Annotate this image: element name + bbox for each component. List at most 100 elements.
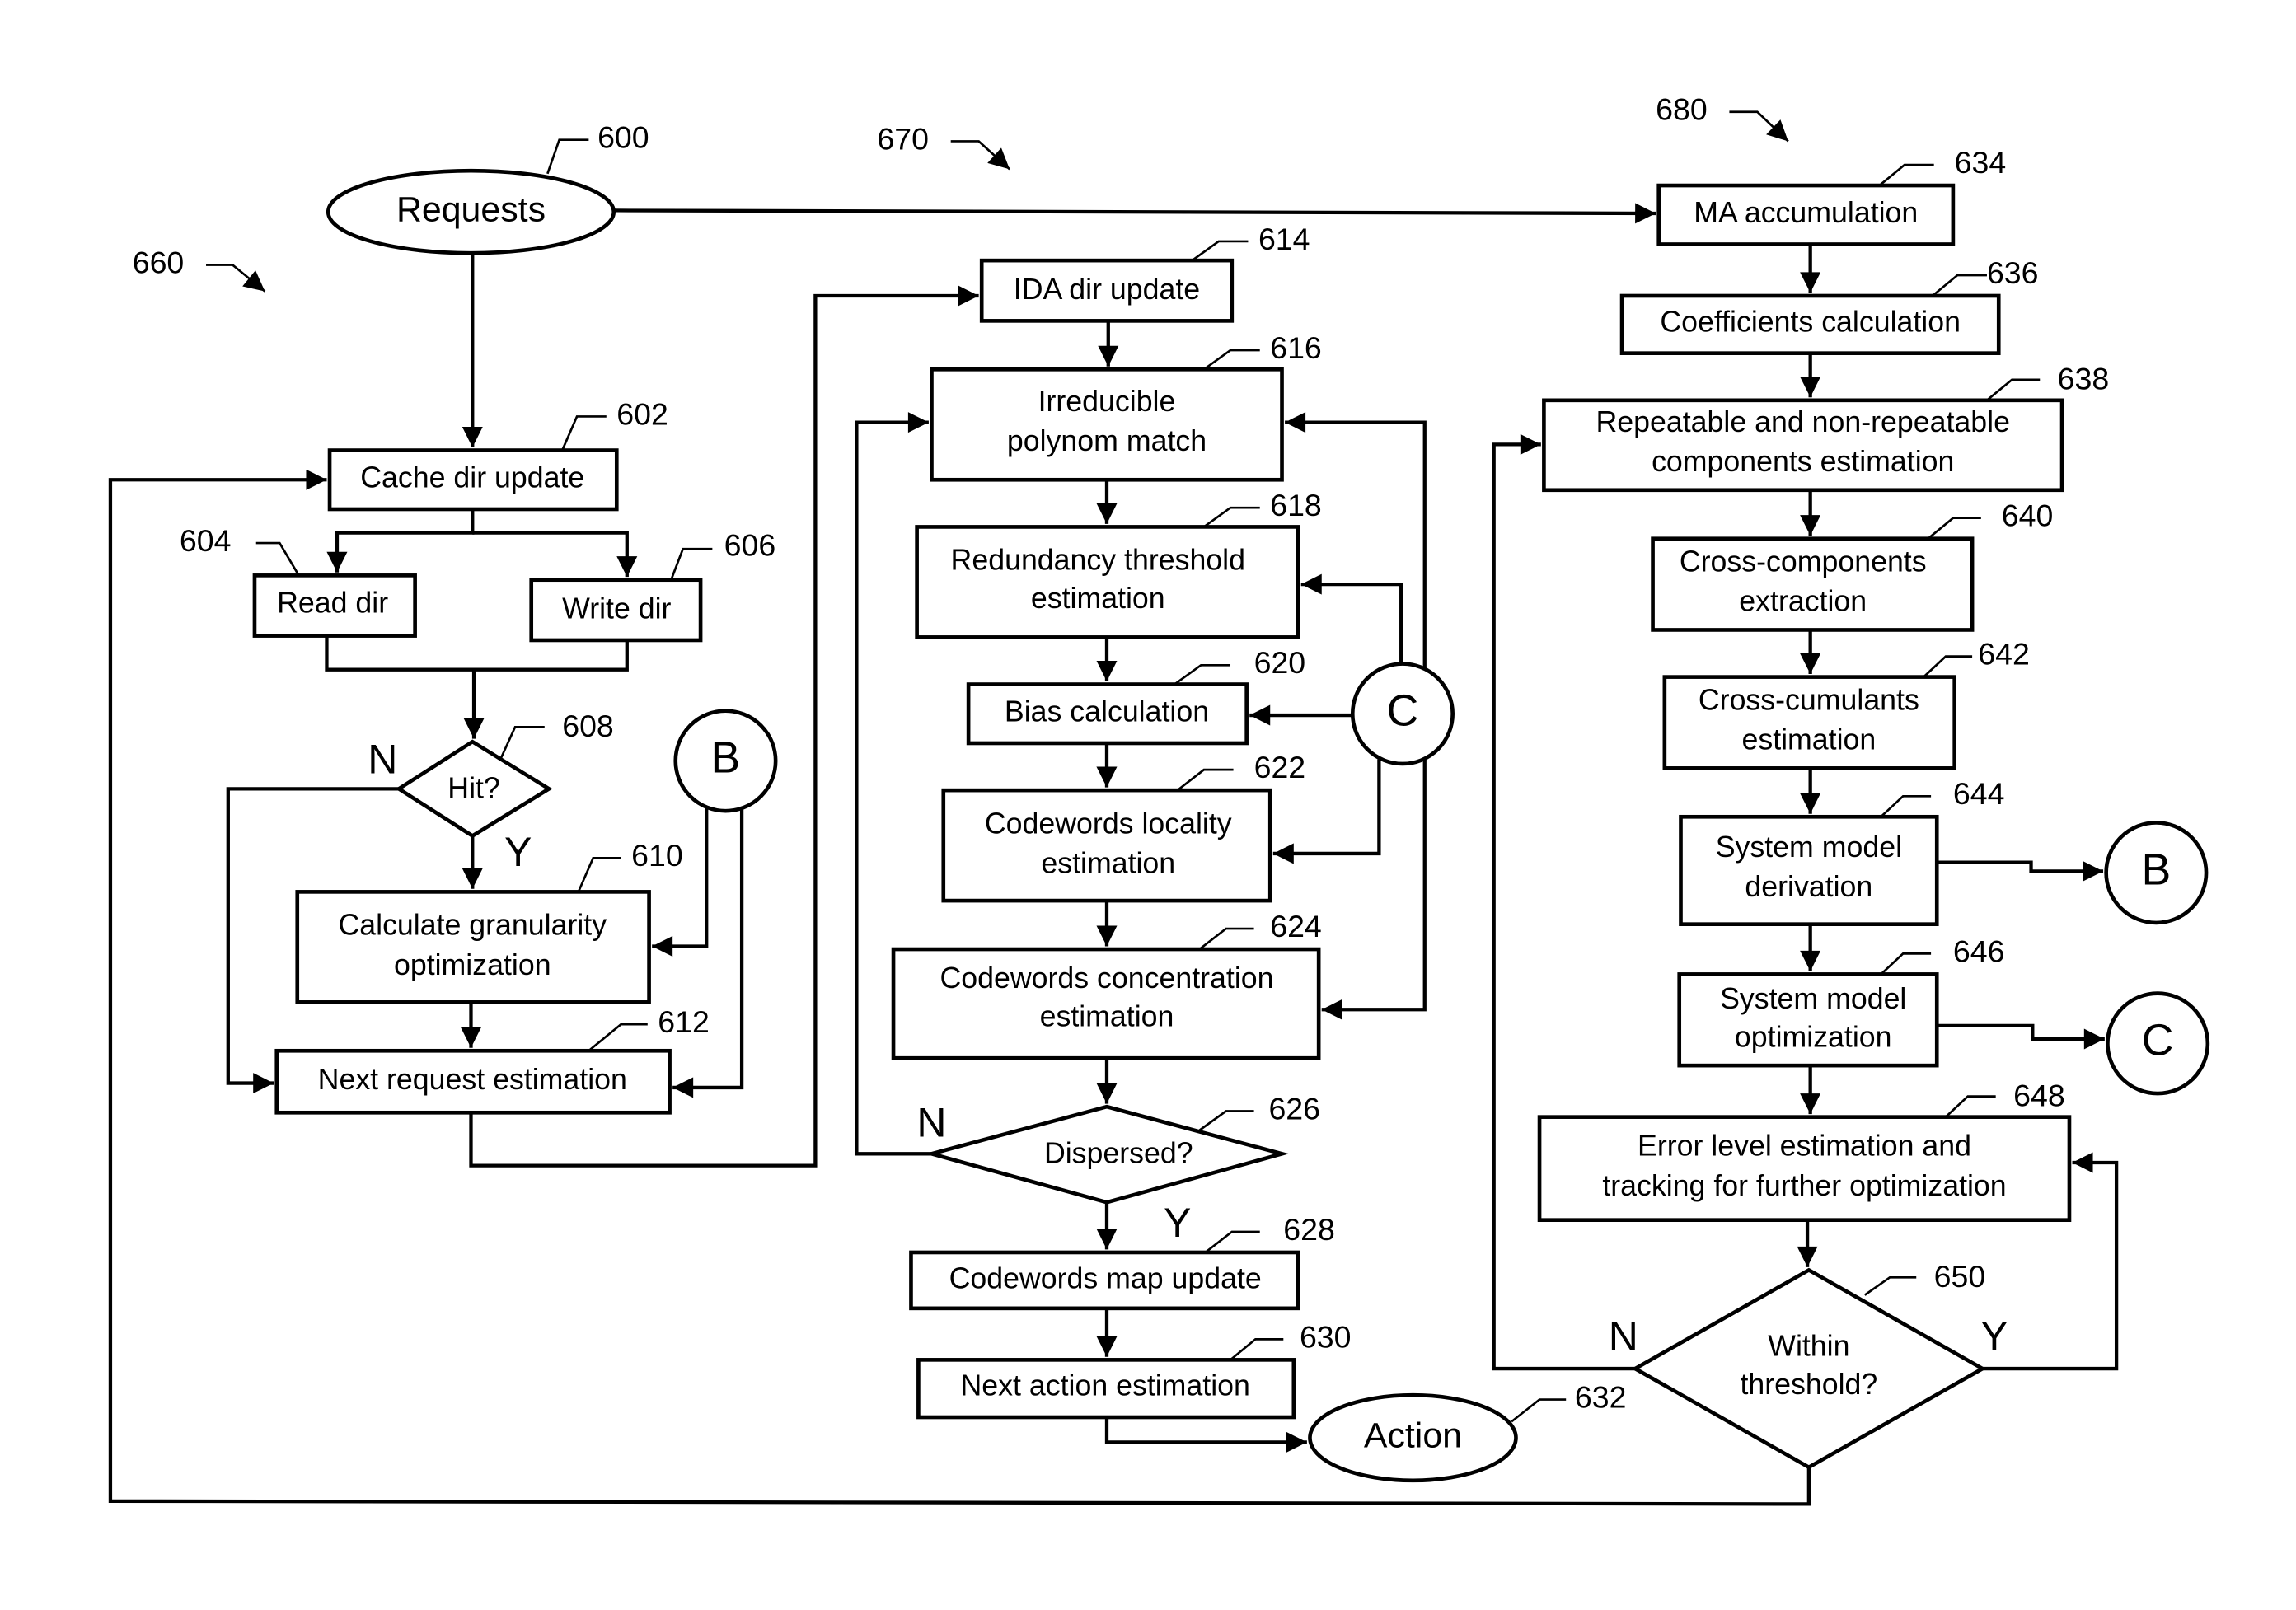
ida-dir-label: IDA dir update xyxy=(1014,273,1200,306)
read-dir-label: Read dir xyxy=(277,587,388,620)
node-write-dir[interactable]: Write dir 606 xyxy=(529,527,776,643)
connector-c-right[interactable]: C xyxy=(2106,991,2210,1096)
concentration-line2: estimation xyxy=(1040,999,1174,1032)
ref-leader-636 xyxy=(1932,274,1987,297)
group-label-680: 680 xyxy=(1656,92,1789,143)
next-action-label: Next action estimation xyxy=(961,1369,1250,1402)
group-670-arrow-icon xyxy=(950,140,1011,171)
node-cross-cumulants[interactable]: Cross-cumulants estimation 642 xyxy=(1662,637,2030,770)
cross-components-line1: Cross-components xyxy=(1680,545,1927,578)
ref-630: 630 xyxy=(1300,1319,1352,1354)
group-660-text: 660 xyxy=(133,245,185,279)
node-hit-decision[interactable]: Hit? 608 N Y xyxy=(368,709,614,875)
ref-leader-610 xyxy=(577,856,621,892)
cross-cumulants-line2: estimation xyxy=(1741,723,1876,756)
ref-leader-640 xyxy=(1927,517,1981,540)
edge-c-to-concentration xyxy=(1321,757,1427,1020)
edge-requests-to-ma xyxy=(615,203,1656,224)
ref-648: 648 xyxy=(2013,1078,2065,1112)
node-model-optimization[interactable]: System model optimization 646 xyxy=(1677,934,2005,1068)
node-read-dir[interactable]: Read dir 604 xyxy=(180,523,417,638)
node-next-action[interactable]: Next action estimation 630 xyxy=(916,1319,1352,1420)
ref-612: 612 xyxy=(658,1004,710,1039)
action-label: Action xyxy=(1364,1416,1462,1455)
ref-leader-600 xyxy=(546,138,589,175)
ref-leader-606 xyxy=(670,547,713,581)
terminal-requests[interactable]: Requests 600 xyxy=(326,120,649,255)
model-derivation-line1: System model xyxy=(1716,831,1902,864)
ref-624: 624 xyxy=(1270,909,1322,943)
threshold-yes-label: Y xyxy=(1980,1313,2008,1360)
group-660-arrow-icon xyxy=(206,264,266,293)
error-level-line2: tracking for further optimization xyxy=(1602,1169,2006,1202)
terminal-action[interactable]: Action 632 xyxy=(1308,1379,1626,1483)
requests-label: Requests xyxy=(396,190,546,230)
ref-leader-628 xyxy=(1204,1230,1260,1254)
ref-616: 616 xyxy=(1270,330,1322,365)
node-map-update[interactable]: Codewords map update 628 xyxy=(909,1212,1335,1311)
node-repeatable[interactable]: Repeatable and non-repeatable components… xyxy=(1542,362,2109,493)
within-threshold-line2: threshold? xyxy=(1740,1368,1877,1401)
ref-646: 646 xyxy=(1953,934,2005,968)
connector-b-left[interactable]: B xyxy=(673,709,778,813)
hit-no-label: N xyxy=(368,736,397,782)
ref-leader-604 xyxy=(255,541,300,577)
ref-leader-644 xyxy=(1880,794,1932,818)
connector-c-middle[interactable]: C xyxy=(1350,662,1455,766)
ref-640: 640 xyxy=(2002,498,2054,533)
hit-label: Hit? xyxy=(447,772,500,805)
ref-leader-614 xyxy=(1191,240,1249,262)
repeatable-line1: Repeatable and non-repeatable xyxy=(1596,405,2010,438)
node-bias[interactable]: Bias calculation 620 xyxy=(966,645,1306,746)
ref-leader-634 xyxy=(1878,163,1934,187)
cross-components-line2: extraction xyxy=(1739,585,1867,618)
ref-leader-632 xyxy=(1511,1398,1567,1423)
ref-leader-638 xyxy=(1986,378,2041,401)
calc-granularity-line1: Calculate granularity xyxy=(338,909,607,942)
write-dir-label: Write dir xyxy=(562,592,671,625)
error-level-line1: Error level estimation and xyxy=(1638,1130,1971,1163)
node-model-derivation[interactable]: System model derivation 644 xyxy=(1679,776,2005,926)
ref-606: 606 xyxy=(724,527,776,562)
flowchart-diagram: 660 670 680 Requests 600 Action 632 Cach… xyxy=(108,92,2210,1506)
node-ida-dir-update[interactable]: IDA dir update 614 xyxy=(979,222,1310,323)
node-redundancy[interactable]: Redundancy threshold estimation 618 xyxy=(915,488,1322,639)
connector-b-right[interactable]: B xyxy=(2104,821,2209,925)
threshold-no-label: N xyxy=(1609,1313,1638,1360)
cache-dir-label: Cache dir update xyxy=(360,461,584,494)
ref-620: 620 xyxy=(1254,645,1306,680)
node-error-level[interactable]: Error level estimation and tracking for … xyxy=(1537,1078,2072,1223)
node-within-threshold[interactable]: Within threshold? 650 N Y xyxy=(1609,1259,2008,1470)
node-irreducible[interactable]: Irreducible polynom match 616 xyxy=(930,330,1322,482)
ref-628: 628 xyxy=(1283,1212,1335,1247)
ref-644: 644 xyxy=(1953,776,2005,811)
ref-leader-630 xyxy=(1230,1338,1284,1361)
node-next-request[interactable]: Next request estimation 612 xyxy=(274,1004,710,1115)
ref-leader-620 xyxy=(1174,663,1231,686)
ref-604: 604 xyxy=(180,523,232,558)
node-cross-components[interactable]: Cross-components extraction 640 xyxy=(1651,498,2054,632)
ref-leader-616 xyxy=(1203,349,1260,371)
model-derivation-line2: derivation xyxy=(1745,870,1872,903)
ref-636: 636 xyxy=(1987,255,2039,290)
node-cache-dir-update[interactable]: Cache dir update 602 xyxy=(327,396,668,512)
edge-c-to-irreducible xyxy=(1285,412,1427,670)
node-locality[interactable]: Codewords locality estimation 622 xyxy=(941,750,1305,903)
node-calc-granularity[interactable]: Calculate granularity optimization 610 xyxy=(295,838,683,1004)
connector-b-right-label: B xyxy=(2141,845,2171,894)
group-680-arrow-icon xyxy=(1729,110,1789,143)
coefficients-label: Coefficients calculation xyxy=(1660,305,1961,338)
ref-618: 618 xyxy=(1270,488,1322,522)
ref-602: 602 xyxy=(616,396,668,431)
node-dispersed-decision[interactable]: Dispersed? 626 N Y xyxy=(916,1091,1320,1246)
ref-626: 626 xyxy=(1268,1091,1320,1126)
ref-leader-622 xyxy=(1176,768,1234,792)
repeatable-line2: components estimation xyxy=(1652,445,1954,478)
node-coefficients[interactable]: Coefficients calculation 636 xyxy=(1619,255,2039,355)
node-ma-accumulation[interactable]: MA accumulation 634 xyxy=(1656,145,2007,246)
ref-leader-624 xyxy=(1198,927,1254,951)
irreducible-line1: Irreducible xyxy=(1038,385,1176,418)
connector-c-right-label: C xyxy=(2142,1016,2174,1065)
redundancy-line1: Redundancy threshold xyxy=(951,544,1245,577)
hit-yes-label: Y xyxy=(504,829,532,875)
